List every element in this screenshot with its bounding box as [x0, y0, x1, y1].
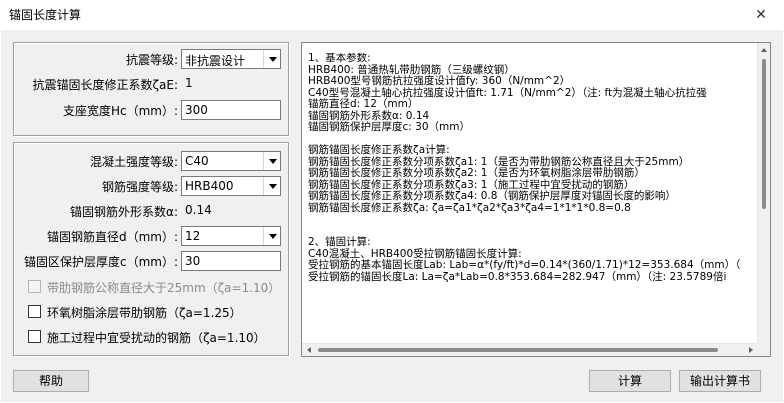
calculation-line: 锚固钢筋保护层厚度c: 30（mm）	[308, 121, 470, 133]
seismic-factor-label: 抗震锚固长度修正系数ζaE:	[32, 78, 178, 92]
seismic-group: 抗震等级: 非抗震设计 抗震锚固长度修正系数ζaE: 1 支座宽度Hc（mm）:	[13, 42, 289, 136]
checkbox-epoxy-coated[interactable]: 环氧树脂涂层带肋钢筋（ζa=1.25）	[28, 304, 284, 320]
chevron-down-icon[interactable]	[263, 152, 280, 170]
concrete-grade-value: C40	[185, 154, 209, 168]
cover-input[interactable]	[182, 252, 280, 270]
help-button[interactable]: 帮助	[13, 370, 89, 392]
seismic-grade-select[interactable]: 非抗震设计	[181, 49, 281, 69]
window-title: 锚固长度计算	[9, 8, 82, 22]
rebar-grade-select[interactable]: HRB400	[181, 176, 281, 196]
calculation-text: 1、基本参数: HRB400: 普通热轧带肋钢筋（三级螺纹钢） HRB400型号钢筋…	[308, 53, 756, 283]
close-icon[interactable]: ✕	[738, 0, 784, 30]
calculation-line: 锚筋直径d: 12（mm）	[308, 98, 419, 110]
calculation-output[interactable]: 1、基本参数: HRB400: 普通热轧带肋钢筋（三级螺纹钢） HRB400型号钢筋…	[301, 42, 771, 357]
params-group: 混凝土强度等级: C40 钢筋强度等级: HRB400 锚固钢筋外形系数α: 0…	[13, 142, 289, 356]
chevron-down-icon[interactable]	[263, 227, 280, 245]
calculation-line: 受拉钢筋的锚固长度La: La=ζa*Lab=0.8*353.684=282.9…	[308, 270, 727, 283]
checkbox-box[interactable]	[28, 330, 41, 343]
calculation-line: 2、锚固计算:	[308, 236, 371, 248]
shape-factor-value: 0.14	[185, 203, 212, 217]
calculation-line	[308, 226, 756, 238]
concrete-grade-select[interactable]: C40	[181, 151, 281, 171]
export-report-button[interactable]: 输出计算书	[679, 370, 761, 392]
scroll-thumb[interactable]	[318, 348, 718, 352]
diameter-label: 锚固钢筋直径d（mm）:	[46, 230, 178, 244]
dialog-body: 抗震等级: 非抗震设计 抗震锚固长度修正系数ζaE: 1 支座宽度Hc（mm）:…	[1, 30, 783, 402]
scroll-left-icon[interactable]	[307, 347, 311, 353]
cover-label: 锚固区保护层厚度c（mm）:	[23, 255, 178, 269]
shape-factor-label: 锚固钢筋外形系数α:	[70, 205, 178, 219]
calculation-line: 1、基本参数:	[308, 53, 371, 64]
support-width-field[interactable]	[181, 100, 281, 120]
title-bar: 锚固长度计算 ✕	[0, 0, 784, 30]
checkbox-label[interactable]: 环氧树脂涂层带肋钢筋（ζa=1.25）	[47, 304, 242, 321]
rebar-grade-value: HRB400	[185, 179, 234, 193]
seismic-factor-value: 1	[185, 76, 193, 90]
checkbox-label[interactable]: 施工过程中宜受扰动的钢筋（ζa=1.10）	[47, 329, 266, 346]
calculation-line: 受拉钢筋的基本锚固长度Lab: Lab=α*(fy/ft)*d=0.14*(36…	[308, 259, 741, 271]
chevron-down-icon[interactable]	[263, 177, 280, 195]
scroll-up-icon[interactable]	[761, 48, 767, 52]
support-width-input[interactable]	[182, 101, 280, 119]
calculation-line: 钢筋锚固长度修正系数分项系数ζa4: 0.8（钢筋保护层厚度对锚固长度的影响）	[308, 190, 676, 202]
rebar-grade-label: 钢筋强度等级:	[101, 180, 178, 194]
support-width-label: 支座宽度Hc（mm）:	[62, 104, 178, 118]
calculation-line	[308, 214, 756, 226]
diameter-value: 12	[185, 229, 201, 243]
calculation-line: 钢筋锚固长度修正系数分项系数ζa2: 1（是否为环氧树脂涂层带肋钢筋）	[308, 167, 645, 179]
calculation-line: HRB400型号钢筋抗拉强度设计值fy: 360（N/mm^2）	[308, 75, 571, 87]
horizontal-scrollbar[interactable]	[302, 343, 758, 356]
checkbox-box	[28, 280, 41, 293]
checkbox-large-diameter: 带肋钢筋公称直径大于25mm（ζa=1.10）	[28, 279, 284, 295]
chevron-down-icon[interactable]	[263, 50, 280, 68]
checkbox-disturbed-rebar[interactable]: 施工过程中宜受扰动的钢筋（ζa=1.10）	[28, 329, 284, 345]
diameter-select[interactable]: 12	[181, 226, 281, 246]
scroll-right-icon[interactable]	[749, 347, 753, 353]
scrollbar-corner	[757, 343, 770, 356]
seismic-grade-value: 非抗震设计	[185, 54, 246, 68]
seismic-grade-label: 抗震等级:	[125, 53, 178, 67]
calculation-line: 钢筋锚固长度修正系数ζa计算:	[308, 144, 450, 156]
scroll-thumb[interactable]	[762, 59, 766, 209]
checkbox-box[interactable]	[28, 305, 41, 318]
vertical-scrollbar[interactable]	[757, 43, 770, 356]
cover-field[interactable]	[181, 251, 281, 271]
calculate-button[interactable]: 计算	[589, 370, 671, 392]
calculation-line: 钢筋锚固长度修正系数ζa: ζa=ζa1*ζa2*ζa3*ζa4=1*1*1*0…	[308, 201, 631, 214]
checkbox-label: 带肋钢筋公称直径大于25mm（ζa=1.10）	[47, 281, 281, 295]
concrete-grade-label: 混凝土强度等级:	[89, 155, 178, 169]
